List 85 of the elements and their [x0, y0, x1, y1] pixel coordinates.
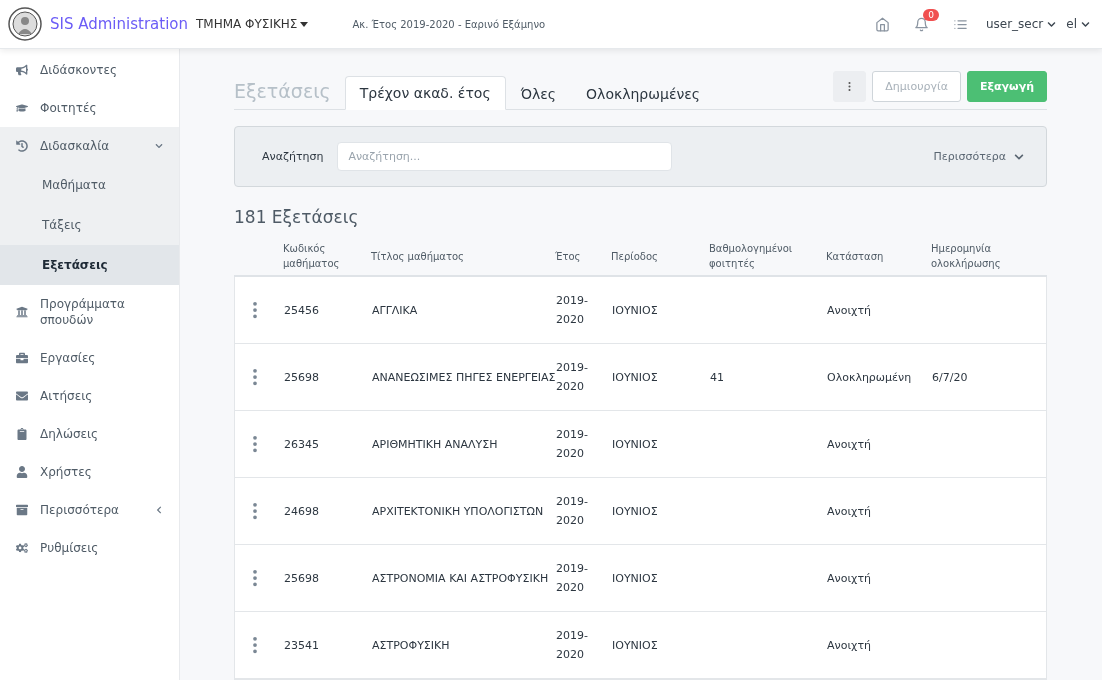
results-count: 181 Εξετάσεις: [234, 207, 360, 227]
language-dropdown[interactable]: el: [1066, 17, 1090, 31]
table-cell-text: ΑΓΓΛΙΚΑ: [372, 302, 419, 319]
table-cell-text: 6/7/20: [932, 369, 969, 386]
chevron-icon: [1047, 19, 1057, 29]
table-cell-text: ΙΟΥΝΙΟΣ: [612, 570, 659, 587]
table-cell-text: 41: [710, 369, 725, 386]
table-cell-text: 23541: [284, 637, 320, 654]
table-cell-text: 25456: [284, 302, 320, 319]
sidebar-item[interactable]: Προγράμματα σπουδών: [0, 285, 179, 339]
sidebar-item[interactable]: Φοιτητές: [0, 89, 179, 127]
notification-count: 0: [923, 8, 939, 21]
sidebar-item[interactable]: Ρυθμίσεις: [0, 529, 179, 567]
table-cell-text: Ανοιχτή: [827, 503, 873, 520]
page-title: Εξετάσεις: [234, 80, 331, 102]
sidebar-subitem[interactable]: Μαθήματα: [0, 165, 179, 205]
archive-icon: [16, 504, 30, 516]
sidebar-subitem[interactable]: Εξετάσεις: [0, 245, 179, 285]
chevron-icon: [155, 142, 163, 150]
sidebar-item[interactable]: Χρήστες: [0, 453, 179, 491]
home-icon[interactable]: [874, 16, 890, 32]
sidebar-item[interactable]: Διδασκαλία: [0, 127, 179, 165]
academic-period: Ακ. Έτος 2019-2020 - Εαρινό Εξάμηνο: [352, 18, 546, 30]
table-cell-text: ΑΣΤΡΟΦΥΣΙΚΗ: [372, 637, 451, 654]
seal-logo-icon: [8, 7, 42, 41]
table-cell-text: ΑΝΑΝΕΩΣΙΜΕΣ ΠΗΓΕΣ ΕΝΕΡΓΕΙΑΣ: [372, 369, 556, 386]
table-cell-text: ΑΡΙΘΜΗΤΙΚΗ ΑΝΑΛΥΣΗ: [372, 436, 499, 453]
tab[interactable]: Ολοκληρωμένες: [571, 77, 716, 110]
table-cell-text: ΙΟΥΝΙΟΣ: [612, 302, 659, 319]
column-header: Κατάσταση: [826, 249, 885, 264]
table-cell-text: Ανοιχτή: [827, 570, 873, 587]
bank-icon: [16, 306, 30, 318]
table-cell-text: 2019-2020: [556, 494, 589, 529]
column-header: Τίτλος μαθήματος: [371, 249, 465, 264]
history-icon: [16, 140, 30, 152]
sidebar-item[interactable]: Αιτήσεις: [0, 377, 179, 415]
column-header: Ημερομηνία ολοκλήρωσης: [931, 242, 1002, 271]
column-header: Βαθμολογημένοι φοιτητές: [709, 242, 794, 271]
column-header: Περίοδος: [611, 249, 659, 264]
table-cell-text: Ολοκληρωμένη: [827, 369, 913, 386]
table-cell-text: 26345: [284, 436, 320, 453]
column-header: Έτος: [555, 249, 582, 264]
table-cell-text: Ανοιχτή: [827, 637, 873, 654]
user-dropdown[interactable]: user_secr: [985, 17, 1057, 31]
graduation-cap-icon: [16, 102, 30, 114]
column-header: Κωδικός μαθήματος: [283, 242, 341, 271]
department-dropdown[interactable]: ΤΜΗΜΑ ΦΥΣΙΚΗΣ: [196, 17, 309, 31]
table-cell-text: 25698: [284, 570, 320, 587]
chevron-icon: [155, 506, 163, 514]
table-cell-text: 2019-2020: [556, 628, 589, 663]
notifications-bell-icon[interactable]: [913, 16, 929, 32]
gears-icon: [16, 542, 30, 554]
table-cell-text: ΙΟΥΝΙΟΣ: [612, 436, 659, 453]
tab[interactable]: Όλες: [505, 77, 572, 110]
table-cell-text: ΑΣΤΡΟΝΟΜΙΑ ΚΑΙ ΑΣΤΡΟΦΥΣΙΚΗ: [372, 570, 550, 587]
table-cell-text: 24698: [284, 503, 320, 520]
sidebar-item[interactable]: Διδάσκοντες: [0, 51, 179, 89]
table-cell-text: 2019-2020: [556, 561, 589, 596]
table-cell-text: ΙΟΥΝΙΟΣ: [612, 503, 659, 520]
user-icon: [16, 466, 30, 478]
envelope-icon: [16, 390, 30, 402]
caret-icon: [300, 21, 309, 27]
briefcase-icon: [16, 352, 30, 364]
table-cell-text: Ανοιχτή: [827, 436, 873, 453]
chevron-icon: [1014, 151, 1024, 162]
table-cell-text: ΑΡΧΙΤΕΚΤΟΝΙΚΗ ΥΠΟΛΟΓΙΣΤΩΝ: [372, 503, 545, 520]
sidebar-item[interactable]: Περισσότερα: [0, 491, 179, 529]
table-cell-text: 25698: [284, 369, 320, 386]
table-cell-text: 2019-2020: [556, 427, 589, 462]
table-cell-text: ΙΟΥΝΙΟΣ: [612, 637, 659, 654]
megaphone-icon: [16, 64, 30, 76]
search-label: Αναζήτηση: [262, 150, 324, 163]
table-cell-text: 2019-2020: [556, 360, 589, 395]
table-cell-text: Ανοιχτή: [827, 302, 873, 319]
table-cell-text: ΙΟΥΝΙΟΣ: [612, 369, 659, 386]
more-filters-toggle[interactable]: Περισσότερα: [927, 149, 1030, 164]
sidebar-subitem[interactable]: Τάξεις: [0, 205, 179, 245]
sidebar-item[interactable]: Εργασίες: [0, 339, 179, 377]
tab[interactable]: Τρέχον ακαδ. έτος: [344, 76, 506, 110]
sidebar-item[interactable]: Δηλώσεις: [0, 415, 179, 453]
table-cell-text: 2019-2020: [556, 293, 589, 328]
chevron-icon: [1081, 19, 1090, 29]
app-name: SIS Administration: [50, 15, 188, 33]
clipboard-icon: [16, 428, 30, 440]
search-field[interactable]: Αναζήτηση...: [337, 142, 673, 171]
